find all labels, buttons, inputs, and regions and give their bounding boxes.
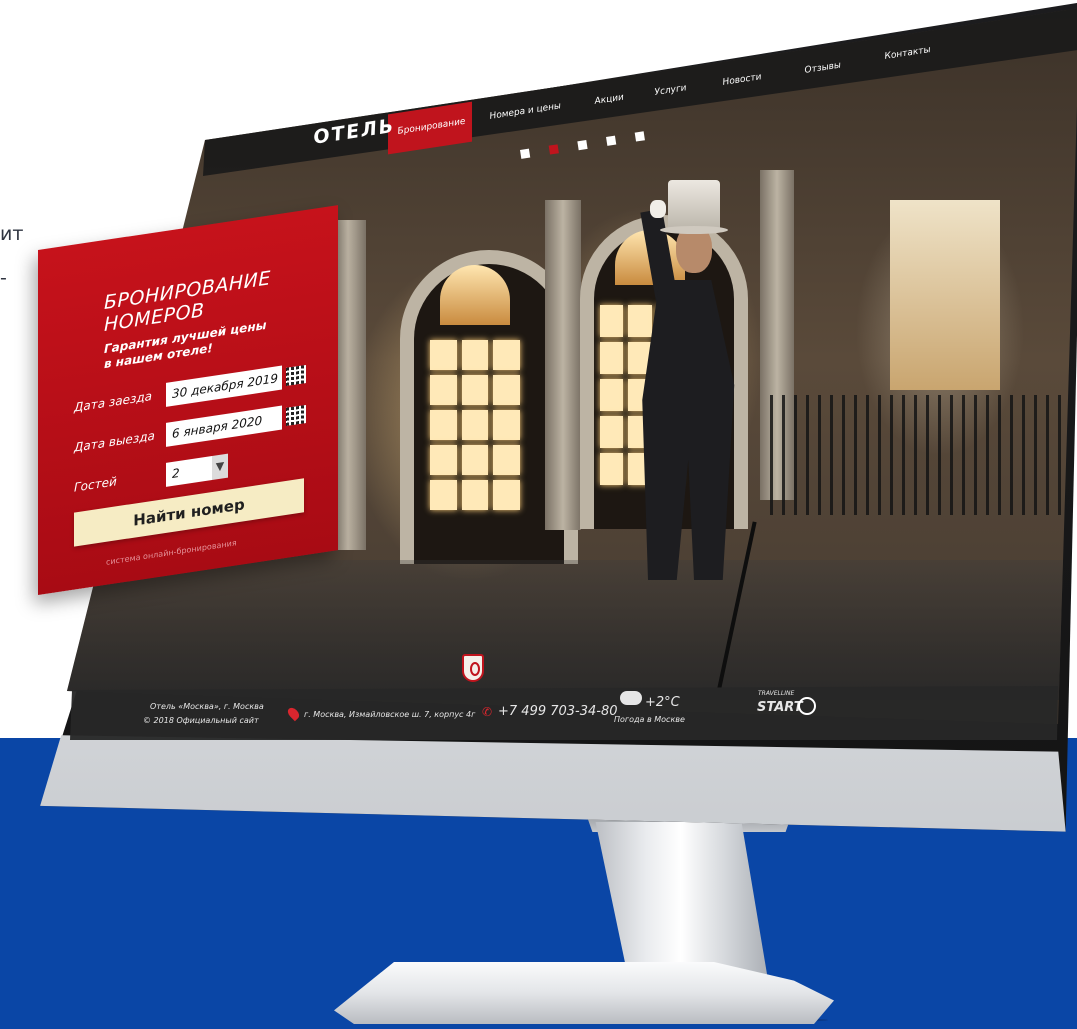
cloud-snow-icon [620, 691, 642, 705]
slider-dot[interactable] [634, 131, 645, 142]
checkin-label: Дата заезда [74, 388, 153, 415]
side-text-fragment: ит - [0, 212, 23, 300]
guests-label: Гостей [74, 474, 117, 495]
facade-column [545, 200, 581, 530]
weather-temperature: +2°C [645, 695, 680, 710]
footer-hotel-name: Отель «Москва», г. Москва [150, 702, 264, 711]
partner-logo-start[interactable]: START [757, 700, 803, 715]
booking-system-caption: система онлайн-бронирования [106, 538, 237, 567]
checkout-label: Дата выезда [74, 428, 155, 455]
checkout-date-field[interactable]: 6 января 2020 [166, 405, 282, 447]
footer-address[interactable]: г. Москва, Измайловское ш. 7, корпус 4г [304, 710, 475, 719]
street-pavement [67, 560, 1067, 700]
chevron-down-icon[interactable]: ▼ [212, 453, 228, 480]
calendar-icon[interactable] [286, 404, 306, 426]
iron-fence [770, 395, 1070, 515]
slider-dot[interactable] [520, 148, 531, 159]
slider-dot[interactable] [577, 139, 588, 151]
top-hat [668, 180, 720, 232]
arch-doors-left [430, 340, 520, 510]
shield-badge-icon[interactable] [462, 654, 484, 682]
footer-phone[interactable]: +7 499 703-34-80 [498, 704, 618, 719]
white-glove [650, 200, 666, 218]
side-text-line: - [0, 267, 7, 289]
slider-dot-active[interactable] [548, 144, 559, 155]
footer-copyright: © 2018 Официальный сайт [143, 716, 259, 725]
calendar-icon[interactable] [286, 364, 306, 386]
lit-window [890, 200, 1000, 390]
booking-panel: БРОНИРОВАНИЕ НОМЕРОВ Гарантия лучшей цен… [38, 205, 338, 595]
partner-brand-top: TRAVELLINE [758, 690, 795, 697]
top-hat-brim [660, 226, 728, 234]
slider-dot[interactable] [606, 135, 617, 146]
checkin-date-field[interactable]: 30 декабря 2019 [166, 365, 282, 407]
phone-icon: ✆ [482, 705, 493, 719]
side-text-line: ит [0, 223, 24, 245]
weather-caption: Погода в Москве [614, 715, 685, 724]
guests-select[interactable]: 2 [166, 455, 212, 487]
start-logo-icon [798, 697, 816, 715]
